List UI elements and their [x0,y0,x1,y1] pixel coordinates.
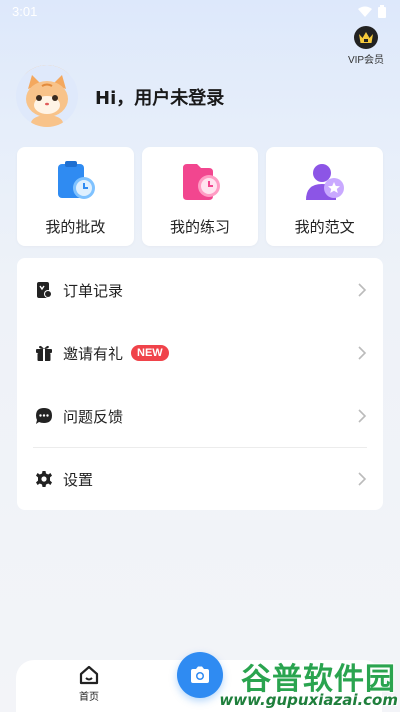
clipboard-clock-icon [58,161,96,199]
quick-actions: 我的批改 我的练习 我的范文 [17,147,384,246]
menu-item-orders[interactable]: 订单记录 [17,266,383,314]
status-time: 3:01 [12,4,38,19]
quick-action-label: 我的批改 [45,218,106,236]
my-practice-card[interactable]: 我的练习 [141,147,259,246]
menu-item-feedback[interactable]: 问题反馈 [17,392,383,440]
menu-item-label: 问题反馈 [63,407,124,426]
folder-clock-icon [183,164,220,200]
gift-icon [35,344,53,362]
avatar[interactable] [16,65,78,127]
nav-home[interactable]: 首页 [72,664,106,703]
watermark-url: www.gupuxiazai.com [219,691,398,709]
battery-icon [378,5,386,18]
menu-divider [33,447,367,448]
watermark: 谷普软件园 www.gupuxiazai.com [219,654,400,712]
camera-button[interactable] [177,652,223,698]
new-badge: NEW [131,345,169,361]
camera-icon [191,666,209,683]
my-corrections-card[interactable]: 我的批改 [17,147,134,246]
my-essays-card[interactable]: 我的范文 [266,147,384,246]
login-greeting[interactable]: Hi，用户未登录 [95,84,224,110]
chevron-right-icon [358,472,367,486]
vip-crown-icon [354,26,378,49]
chevron-right-icon [358,283,367,297]
user-star-icon [305,164,344,200]
feedback-chat-icon [35,407,53,425]
menu-item-label: 订单记录 [63,281,124,300]
menu-list: 订单记录 邀请有礼 NEW 问题反馈 设置 [17,258,383,510]
settings-gear-icon [35,470,53,488]
order-record-icon [35,281,53,299]
quick-action-label: 我的范文 [294,218,355,236]
quick-action-label: 我的练习 [170,218,231,236]
nav-home-label: 首页 [79,692,99,703]
status-bar: 3:01 [0,0,400,24]
status-icons [358,5,386,18]
vip-button[interactable]: VIP会员 [346,24,386,66]
vip-label: VIP会员 [347,55,385,66]
menu-item-settings[interactable]: 设置 [17,455,383,503]
chevron-right-icon [358,346,367,360]
menu-item-label: 邀请有礼 [63,344,124,363]
wifi-icon [358,6,372,17]
cat-avatar-icon [16,65,78,127]
chevron-right-icon [358,409,367,423]
menu-item-invite[interactable]: 邀请有礼 NEW [17,329,383,377]
menu-item-label: 设置 [63,470,94,489]
home-icon [79,665,99,685]
